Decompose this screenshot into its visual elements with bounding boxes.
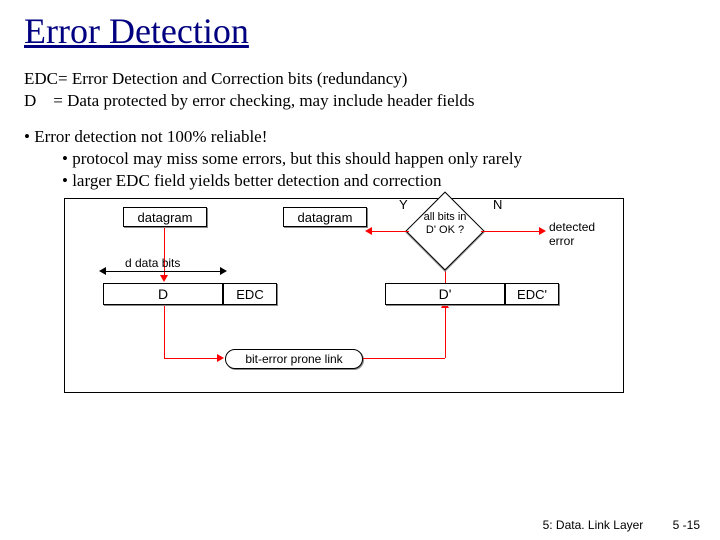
footer-chapter: 5: Data. Link Layer [543, 518, 644, 532]
datagram-left: datagram [123, 207, 207, 227]
definitions: EDC= Error Detection and Correction bits… [24, 68, 696, 112]
decision-text: all bits in D' OK ? [419, 211, 471, 235]
dp-box: D' [385, 283, 505, 305]
edc-box: EDC [223, 283, 277, 305]
bullet-1: • Error detection not 100% reliable! [24, 126, 696, 148]
arrowhead-n [539, 227, 546, 235]
arrow-h-to-link [164, 358, 219, 359]
datagram-right: datagram [283, 207, 367, 227]
n-label: N [493, 197, 502, 212]
arrowhead-down-left [160, 275, 168, 282]
bullet-1a: • protocol may miss some errors, but thi… [62, 148, 696, 170]
def-d: D = Data protected by error checking, ma… [24, 90, 696, 112]
y-label: Y [399, 197, 408, 212]
diagram: datagram D EDC d data bits bit-error pro… [64, 198, 624, 393]
bullet-1b: • larger EDC field yields better detecti… [62, 170, 696, 192]
footer: 5: Data. Link Layer 5 -15 [543, 518, 700, 532]
arrowhead-to-link [217, 354, 224, 362]
arrow-h-from-link [363, 358, 445, 359]
slide-title: Error Detection [24, 10, 696, 52]
dbits-line [103, 271, 223, 272]
link-box: bit-error prone link [225, 349, 363, 369]
dbits-arrow-l [99, 267, 106, 275]
dbits-arrow-r [220, 267, 227, 275]
def-edc: EDC= Error Detection and Correction bits… [24, 68, 696, 90]
footer-page: 5 -15 [673, 518, 700, 532]
arrow-down-to-link [164, 306, 165, 358]
arrow-y [369, 231, 409, 232]
detected-error: detected error [549, 221, 609, 247]
edcp-box: EDC' [505, 283, 559, 305]
dbits-label: d data bits [125, 256, 180, 270]
arrow-up-to-dp [445, 306, 446, 358]
d-box: D [103, 283, 223, 305]
arrow-n [481, 231, 541, 232]
arrowhead-y [365, 227, 372, 235]
